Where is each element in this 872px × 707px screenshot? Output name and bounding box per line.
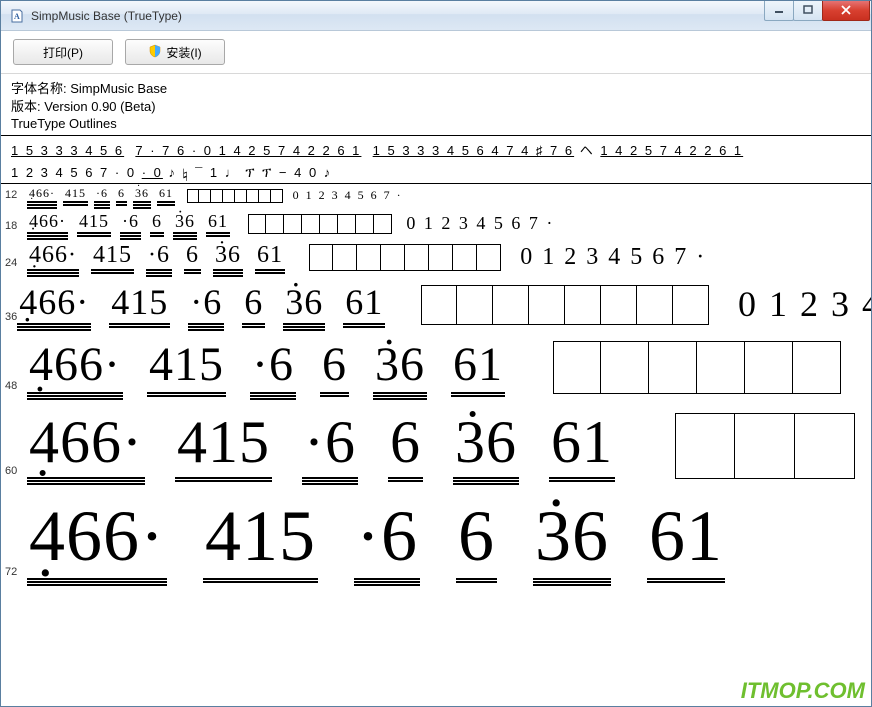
size-label: 48 [1, 380, 27, 394]
size-content: 466·415·663661 [27, 495, 761, 580]
missing-glyph-boxes [248, 214, 392, 234]
size-row-12: 12466·415·6636610 1 2 3 4 5 6 7 · [1, 184, 871, 209]
titlebar[interactable]: A SimpMusic Base (TrueType) [1, 1, 871, 31]
size-content: 466·415·663661 [27, 337, 841, 394]
tail-digits: 0 1 2 3 4 5 6 7 · [406, 213, 554, 234]
size-label: 36 [1, 311, 17, 325]
size-content: 466·415·6636610 1 2 3 4 5 6 7 · [27, 211, 554, 234]
print-button[interactable]: 打印(P) [13, 39, 113, 65]
size-content: 466·415·6636610 1 2 3 4 5 6 [17, 281, 871, 325]
install-button[interactable]: 安装(I) [125, 39, 225, 65]
minimize-button[interactable] [764, 1, 794, 21]
toolbar: 打印(P) 安装(I) [1, 31, 871, 74]
close-button[interactable] [822, 1, 870, 21]
install-button-label: 安装(I) [166, 44, 201, 61]
maximize-button[interactable] [793, 1, 823, 21]
size-label: 12 [1, 189, 27, 203]
size-row-72: 72466·415·663661 [1, 493, 871, 596]
size-row-18: 18466·415·6636610 1 2 3 4 5 6 7 · [1, 209, 871, 240]
watermark: ITMOP.COM [741, 678, 865, 704]
missing-glyph-boxes [309, 244, 501, 270]
print-button-label: 打印(P) [43, 44, 83, 61]
size-row-48: 48466·415·663661 [1, 335, 871, 406]
size-content: 466·415·6636610 1 2 3 4 5 6 7 · [27, 242, 706, 271]
font-version-row: 版本: Version 0.90 (Beta) [11, 98, 861, 116]
missing-glyph-boxes [187, 189, 283, 202]
size-label: 18 [1, 220, 27, 234]
window-controls [765, 1, 870, 21]
window-title: SimpMusic Base (TrueType) [31, 9, 765, 23]
svg-text:A: A [14, 12, 20, 21]
preview-area: 1 5 3 3 3 4 5 6 7 · 7 6 · 0 1 4 2 5 7 4 … [1, 135, 871, 596]
size-row-24: 24466·415·6636610 1 2 3 4 5 6 7 · [1, 240, 871, 279]
size-label: 24 [1, 257, 27, 271]
font-viewer-window: A SimpMusic Base (TrueType) 打印(P) 安装(I) [0, 0, 872, 707]
font-outlines-row: TrueType Outlines [11, 115, 861, 133]
size-samples: 12466·415·6636610 1 2 3 4 5 6 7 ·18466·4… [1, 183, 871, 596]
missing-glyph-boxes [421, 285, 709, 325]
size-content: 466·415·6636610 1 2 3 4 5 6 7 · [27, 186, 403, 203]
sample-line-1: 1 5 3 3 3 4 5 6 7 · 7 6 · 0 1 4 2 5 7 4 … [1, 135, 871, 161]
missing-glyph-boxes [553, 341, 841, 394]
tail-digits: 0 1 2 3 4 5 6 7 · [520, 244, 706, 271]
font-file-icon: A [9, 8, 25, 24]
tail-digits: 0 1 2 3 4 5 6 7 · [293, 188, 403, 203]
size-label: 60 [1, 465, 27, 479]
sample-line-2: 1 2 3 4 5 6 7 · 0 · 0 ♪ ♮ ¯ 1 ♩ ፕ ፕ − 4 … [1, 161, 871, 183]
font-info: 字体名称: SimpMusic Base 版本: Version 0.90 (B… [1, 74, 871, 135]
tail-digits: 0 1 2 3 4 5 6 [738, 283, 871, 325]
size-row-60: 60466·415·663661 [1, 406, 871, 493]
shield-icon [148, 44, 162, 61]
size-label: 72 [1, 566, 27, 580]
size-row-36: 36466·415·6636610 1 2 3 4 5 6 [1, 279, 871, 335]
size-content: 466·415·663661 [27, 408, 855, 479]
missing-glyph-boxes [675, 413, 855, 479]
font-name-row: 字体名称: SimpMusic Base [11, 80, 861, 98]
